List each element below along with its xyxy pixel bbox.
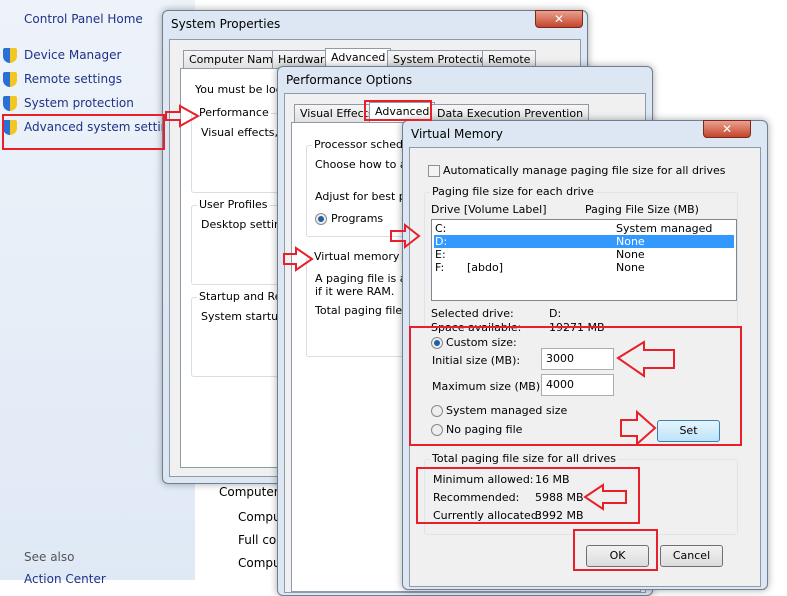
annotation-arrows [165,104,675,511]
arrow-right-icon [165,104,201,128]
arrow-right-icon [283,246,314,272]
arrow-left-icon [616,340,675,378]
arrow-right-icon [390,222,421,250]
arrow-left-icon [583,483,627,511]
arrow-right-icon [620,409,657,447]
